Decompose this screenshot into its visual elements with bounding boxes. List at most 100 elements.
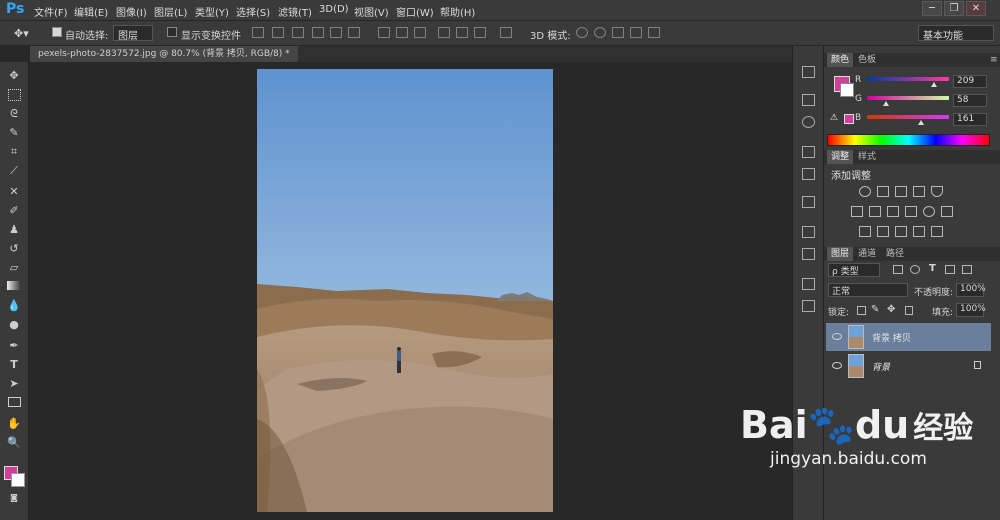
levels-icon[interactable] [877, 186, 889, 197]
menu-layer[interactable]: 图层(L) [154, 4, 187, 19]
tool-presets-icon[interactable] [802, 300, 815, 312]
distribute-bottom-icon[interactable] [414, 27, 426, 38]
channel-g-slider[interactable] [867, 96, 949, 100]
tab-paths[interactable]: 路径 [882, 247, 908, 261]
clone-stamp-tool-icon[interactable]: ♟ [7, 224, 21, 236]
lock-pixels-icon[interactable]: ✎ [871, 304, 879, 315]
character-panel-icon[interactable] [802, 226, 815, 238]
tab-layers[interactable]: 图层 [827, 247, 854, 261]
quick-select-tool-icon[interactable]: ✎ [7, 127, 21, 139]
document-image[interactable] [257, 69, 553, 512]
channel-g-knob[interactable] [883, 101, 889, 106]
vibrance-icon[interactable] [931, 186, 943, 197]
document-tab[interactable]: pexels-photo-2837572.jpg @ 80.7% (背景 拷贝,… [30, 46, 298, 62]
tab-channels[interactable]: 通道 [854, 247, 880, 261]
workspace-dropdown[interactable]: 基本功能 [918, 25, 994, 42]
3d-slide-icon[interactable] [630, 27, 642, 38]
clone-source-icon[interactable] [802, 196, 815, 208]
show-transform-checkbox[interactable] [167, 27, 177, 37]
gradient-map-icon[interactable] [931, 226, 943, 237]
auto-align-icon[interactable] [500, 27, 512, 38]
menu-view[interactable]: 视图(V) [354, 4, 389, 19]
menu-filter[interactable]: 滤镜(T) [278, 4, 312, 19]
filter-type-icon[interactable]: T [929, 263, 936, 274]
filter-shape-icon[interactable] [945, 265, 955, 274]
history-panel-icon[interactable] [802, 66, 815, 78]
align-top-icon[interactable] [252, 27, 264, 38]
threshold-icon[interactable] [895, 226, 907, 237]
color-lookup-icon[interactable] [941, 206, 953, 217]
align-hcenter-icon[interactable] [330, 27, 342, 38]
channel-g-value[interactable]: 58 [953, 94, 987, 107]
filter-smart-object-icon[interactable] [962, 265, 972, 274]
lasso-tool-icon[interactable]: ᘓ [7, 108, 21, 120]
lock-transparent-icon[interactable] [857, 306, 866, 315]
distribute-hcenter-icon[interactable] [456, 27, 468, 38]
history-brush-tool-icon[interactable]: ↺ [7, 243, 21, 255]
menu-window[interactable]: 窗口(W) [396, 4, 434, 19]
brush-tool-icon[interactable]: ✐ [7, 205, 21, 217]
auto-select-dropdown[interactable]: 图层 [113, 25, 153, 42]
menu-select[interactable]: 选择(S) [236, 4, 270, 19]
blur-tool-icon[interactable]: 💧 [7, 300, 21, 312]
background-color-swatch[interactable] [11, 473, 25, 487]
brightness-contrast-icon[interactable] [859, 186, 871, 197]
exposure-icon[interactable] [913, 186, 925, 197]
blend-mode-dropdown[interactable]: 正常 [828, 283, 908, 297]
black-white-icon[interactable] [887, 206, 899, 217]
filter-pixel-icon[interactable] [893, 265, 903, 274]
brush-presets-icon[interactable] [802, 168, 815, 180]
restore-button[interactable]: ❐ [944, 1, 964, 16]
brush-panel-icon[interactable] [802, 146, 815, 158]
eyedropper-tool-icon[interactable]: ⟋ [7, 165, 21, 177]
menu-file[interactable]: 文件(F) [34, 4, 68, 19]
visibility-eye-icon[interactable] [832, 333, 842, 340]
move-tool-icon[interactable]: ✥▾ [14, 27, 29, 40]
layer-row-background[interactable]: 背景 [826, 352, 991, 380]
curves-icon[interactable] [895, 186, 907, 197]
invert-icon[interactable] [859, 226, 871, 237]
align-right-icon[interactable] [348, 27, 360, 38]
close-button[interactable]: ✕ [966, 1, 986, 16]
photo-filter-icon[interactable] [905, 206, 917, 217]
menu-3d[interactable]: 3D(D) [319, 4, 349, 15]
menu-image[interactable]: 图像(I) [116, 4, 147, 19]
distribute-top-icon[interactable] [378, 27, 390, 38]
layer-filter-dropdown[interactable]: ρ 类型 [828, 263, 880, 277]
channel-mixer-icon[interactable] [923, 206, 935, 217]
pen-tool-icon[interactable]: ✒ [7, 340, 21, 352]
dodge-tool-icon[interactable]: ● [7, 319, 21, 331]
path-select-tool-icon[interactable]: ➤ [7, 378, 21, 390]
align-left-icon[interactable] [312, 27, 324, 38]
distribute-left-icon[interactable] [438, 27, 450, 38]
color-balance-icon[interactable] [869, 206, 881, 217]
type-tool-icon[interactable]: T [7, 359, 21, 371]
eraser-tool-icon[interactable]: ▱ [7, 262, 21, 274]
shape-tool-icon[interactable] [8, 397, 21, 407]
menu-type[interactable]: 类型(Y) [195, 4, 229, 19]
tab-color[interactable]: 颜色 [827, 53, 854, 67]
align-vcenter-icon[interactable] [272, 27, 284, 38]
posterize-icon[interactable] [877, 226, 889, 237]
tab-swatches[interactable]: 色板 [854, 53, 880, 67]
color-panel-background-swatch[interactable] [840, 83, 854, 97]
channel-r-value[interactable]: 209 [953, 75, 987, 88]
menu-edit[interactable]: 编辑(E) [74, 4, 108, 19]
notes-panel-icon[interactable] [802, 278, 815, 290]
hue-saturation-icon[interactable] [851, 206, 863, 217]
out-of-gamut-icon[interactable]: ⚠ [830, 113, 838, 123]
healing-brush-tool-icon[interactable]: ✕ [7, 186, 21, 198]
distribute-right-icon[interactable] [474, 27, 486, 38]
lock-position-icon[interactable]: ✥ [887, 304, 895, 315]
properties-panel-icon[interactable] [802, 94, 815, 106]
minimize-button[interactable]: ─ [922, 1, 942, 16]
tab-adjustments[interactable]: 调整 [827, 150, 854, 164]
channel-b-knob[interactable] [918, 120, 924, 125]
menu-help[interactable]: 帮助(H) [440, 4, 475, 19]
fill-value[interactable]: 100% [956, 303, 986, 317]
3d-roll-icon[interactable] [594, 27, 606, 38]
channel-r-knob[interactable] [931, 82, 937, 87]
quick-mask-icon[interactable]: ◙ [7, 492, 21, 504]
info-panel-icon[interactable] [802, 116, 815, 128]
3d-pan-icon[interactable] [612, 27, 624, 38]
